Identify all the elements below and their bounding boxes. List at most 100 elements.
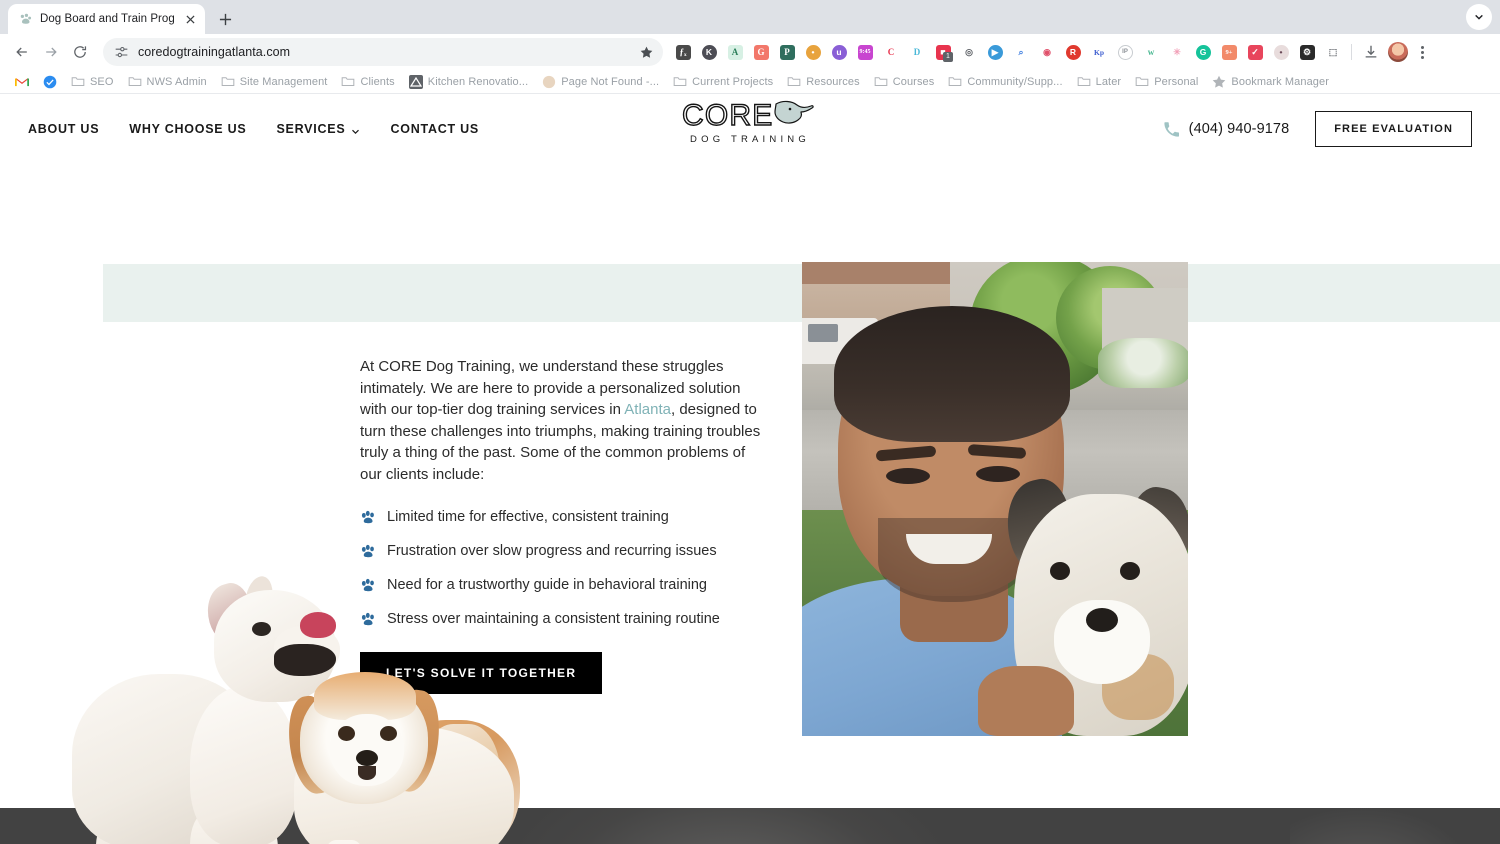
extension-icon[interactable]: ▶ [982, 39, 1008, 65]
extension-icon[interactable]: ⚙ [1294, 39, 1320, 65]
bookmark-label: Courses [892, 75, 935, 88]
bookmark-folder-later[interactable]: Later [1070, 71, 1129, 93]
bookmark-kitchen-renovation[interactable]: Kitchen Renovatio... [402, 71, 535, 93]
site-favicon [542, 75, 556, 89]
bookmarks-bar: SEO NWS Admin Site Management Clients Ki… [0, 70, 1500, 94]
bookmark-folder-current-projects[interactable]: Current Projects [666, 71, 780, 93]
bookmark-folder-community-support[interactable]: Community/Supp... [941, 71, 1069, 93]
tab-strip: Dog Board and Train Program [0, 0, 1500, 34]
nav-label: WHY CHOOSE US [129, 122, 247, 136]
site-favicon [408, 74, 423, 89]
bookmark-label: Bookmark Manager [1231, 75, 1330, 88]
browser-toolbar: coredogtrainingatlanta.com ƒₓ K A G P • … [0, 34, 1500, 70]
background-dog-image [520, 808, 940, 844]
close-icon[interactable] [182, 11, 199, 28]
folder-icon [787, 75, 801, 89]
folder-icon [221, 75, 235, 89]
nav-label: ABOUT US [28, 122, 100, 136]
extension-icon[interactable]: 9+ [1216, 39, 1242, 65]
bookmark-label: Current Projects [692, 75, 774, 88]
extension-icon[interactable]: u [826, 39, 852, 65]
atlanta-link[interactable]: Atlanta [624, 401, 671, 418]
extension-icon[interactable]: Kp [1086, 39, 1112, 65]
extension-icon[interactable]: ■1 [930, 39, 956, 65]
extension-icon[interactable]: ◉ [1034, 39, 1060, 65]
reload-icon[interactable] [66, 38, 94, 66]
bookmark-label: Resources [806, 75, 860, 88]
extension-icon[interactable]: 9:45 [852, 39, 878, 65]
extension-icon[interactable]: ✓ [1242, 39, 1268, 65]
download-icon[interactable] [1357, 38, 1385, 66]
phone-icon [1163, 121, 1180, 138]
extension-icon[interactable]: IP [1112, 39, 1138, 65]
extension-icon[interactable]: A [722, 39, 748, 65]
site-settings-icon[interactable] [114, 45, 129, 60]
free-evaluation-button[interactable]: FREE EVALUATION [1315, 111, 1472, 147]
extension-icon[interactable]: • [800, 39, 826, 65]
nav-item-services[interactable]: SERVICES [276, 122, 360, 136]
extension-icon[interactable]: R [1060, 39, 1086, 65]
nav-item-about-us[interactable]: ABOUT US [28, 122, 99, 136]
address-bar[interactable]: coredogtrainingatlanta.com [103, 38, 663, 66]
list-item-label: Limited time for effective, consistent t… [387, 509, 669, 525]
site-logo[interactable]: CORE DOG TRAINING [650, 98, 850, 145]
list-item-label: Frustration over slow progress and recur… [387, 543, 717, 559]
phone-link[interactable]: (404) 940-9178 [1163, 121, 1290, 138]
extension-icon[interactable]: ◎ [956, 39, 982, 65]
extension-icon[interactable]: K [696, 39, 722, 65]
bookmark-label: Community/Supp... [967, 75, 1063, 88]
dog-paw-favicon [18, 12, 33, 27]
bookmark-folder-resources[interactable]: Resources [780, 71, 866, 93]
phone-number: (404) 940-9178 [1188, 121, 1290, 137]
extension-icon[interactable]: ƒₓ [670, 39, 696, 65]
extension-icon[interactable]: D [904, 39, 930, 65]
bookmark-folder-clients[interactable]: Clients [334, 71, 401, 93]
extension-icon[interactable]: ⌕ [1008, 39, 1034, 65]
star-icon [1212, 75, 1226, 89]
two-dogs-cutout-image [62, 573, 522, 844]
nav-item-contact-us[interactable]: CONTACT US [390, 122, 479, 136]
list-item: Limited time for effective, consistent t… [360, 507, 764, 527]
folder-icon [874, 75, 888, 89]
bookmark-label: Later [1095, 75, 1122, 88]
extension-icon[interactable]: G [1190, 39, 1216, 65]
star-icon[interactable] [640, 46, 653, 59]
bookmark-todoist[interactable] [36, 71, 64, 93]
extensions-area: ƒₓ K A G P • u 9:45 C D ■1 ◎ ▶ ⌕ ◉ R Kp … [670, 38, 1492, 66]
browser-tab[interactable]: Dog Board and Train Program [8, 4, 205, 34]
toolbar-divider [1351, 44, 1352, 60]
nav-label: SERVICES [276, 122, 346, 136]
bookmark-folder-site-management[interactable]: Site Management [214, 71, 335, 93]
tab-title: Dog Board and Train Program [40, 13, 175, 25]
extension-icon[interactable]: ✳ [1164, 39, 1190, 65]
bookmark-folder-courses[interactable]: Courses [867, 71, 942, 93]
bookmark-page-not-found[interactable]: Page Not Found -... [535, 71, 666, 93]
extension-icon[interactable]: C [878, 39, 904, 65]
three-dot-menu-icon[interactable] [1411, 45, 1433, 59]
extensions-puzzle-icon[interactable]: ⬚ [1320, 39, 1346, 65]
bookmark-manager[interactable]: Bookmark Manager [1205, 71, 1336, 93]
folder-icon [128, 75, 142, 89]
chevron-down-icon[interactable] [1466, 4, 1492, 30]
dog-head-icon: CORE [681, 98, 814, 132]
bookmark-label: Kitchen Renovatio... [427, 75, 529, 88]
nav-item-why-choose-us[interactable]: WHY CHOOSE US [129, 122, 246, 136]
new-tab-button[interactable] [211, 5, 239, 33]
bookmark-folder-seo[interactable]: SEO [64, 71, 121, 93]
background-dog-image [1290, 808, 1470, 844]
bookmark-folder-personal[interactable]: Personal [1128, 71, 1205, 93]
extension-icon[interactable]: • [1268, 39, 1294, 65]
paw-icon [360, 509, 377, 526]
bookmark-gmail[interactable] [8, 71, 36, 93]
profile-avatar[interactable] [1385, 39, 1411, 65]
extension-icon[interactable]: G [748, 39, 774, 65]
paw-icon [360, 543, 377, 560]
folder-icon [1135, 75, 1149, 89]
back-arrow-icon[interactable] [8, 38, 36, 66]
bookmark-folder-nws-admin[interactable]: NWS Admin [121, 71, 214, 93]
extension-icon[interactable]: P [774, 39, 800, 65]
folder-icon [673, 75, 687, 89]
extension-icon[interactable]: w [1138, 39, 1164, 65]
bookmark-label: Clients [360, 75, 395, 88]
forward-arrow-icon[interactable] [37, 38, 65, 66]
